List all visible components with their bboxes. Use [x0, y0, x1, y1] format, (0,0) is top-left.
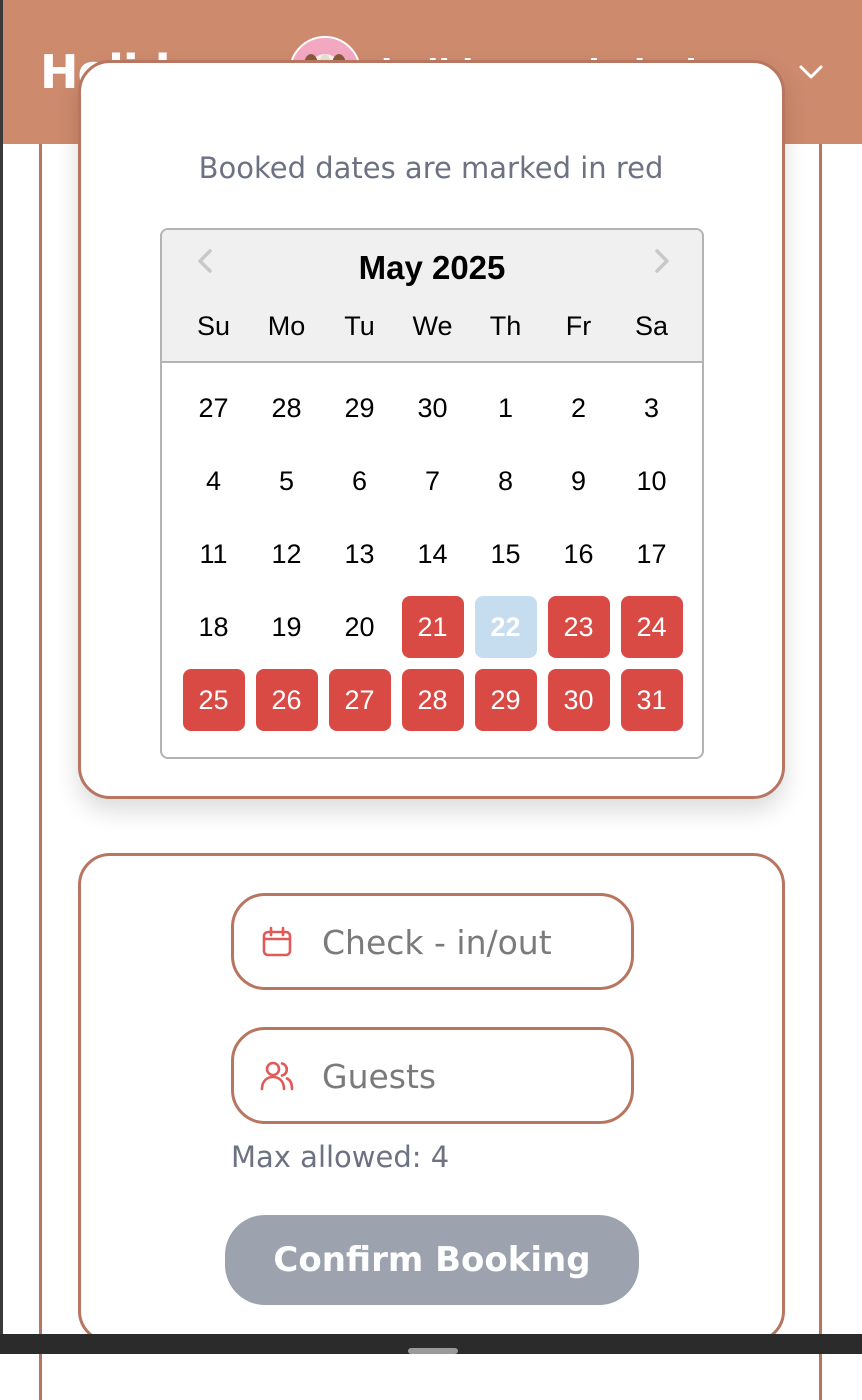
confirm-booking-button[interactable]: Confirm Booking — [225, 1215, 639, 1305]
calendar-day[interactable]: 4 — [183, 450, 245, 512]
next-month-button[interactable] — [647, 246, 677, 276]
calendar-day[interactable]: 28 — [256, 377, 318, 439]
calendar-day[interactable]: 16 — [548, 523, 610, 585]
calendar-day[interactable]: 2 — [548, 377, 610, 439]
guests-input[interactable] — [322, 1050, 612, 1102]
calendar-day[interactable]: 10 — [621, 450, 683, 512]
checkin-checkout-input[interactable] — [322, 916, 612, 968]
calendar-day-booked[interactable]: 21 — [401, 596, 464, 658]
calendar-week-row: 11 12 13 14 15 16 17 — [177, 523, 689, 596]
weekday-label: Sa — [634, 311, 669, 341]
window-edge — [0, 0, 3, 1354]
weekday-label: Th — [489, 311, 522, 341]
calendar-day[interactable]: 11 — [183, 523, 245, 585]
calendar-day-booked[interactable]: 27 — [328, 669, 391, 731]
calendar-day[interactable]: 3 — [621, 377, 683, 439]
calendar-day-booked[interactable]: 29 — [474, 669, 537, 731]
weekday-label: Fr — [565, 311, 592, 341]
calendar-day[interactable]: 17 — [621, 523, 683, 585]
calendar-day-grid: 27 28 29 30 1 2 3 4 5 6 7 8 9 10 11 12 13 14 15 16 17 18 19 20 2… — [177, 377, 689, 742]
calendar-day[interactable]: 5 — [256, 450, 318, 512]
calendar-day[interactable]: 14 — [402, 523, 464, 585]
weekday-label: We — [412, 311, 453, 341]
calendar-day-booked[interactable]: 23 — [547, 596, 610, 658]
weekday-label: Tu — [344, 311, 375, 341]
availability-calendar: May 2025 Su Mo Tu We Th Fr Sa 27 28 29 30 1 2… — [160, 228, 704, 759]
calendar-day[interactable]: 20 — [329, 596, 391, 658]
calendar-day[interactable]: 18 — [183, 596, 245, 658]
calendar-day-booked[interactable]: 31 — [620, 669, 683, 731]
calendar-day[interactable]: 9 — [548, 450, 610, 512]
calendar-day-booked[interactable]: 28 — [401, 669, 464, 731]
calendar-day-booked[interactable]: 30 — [547, 669, 610, 731]
calendar-day-today[interactable]: 22 — [474, 596, 537, 658]
calendar-day[interactable]: 7 — [402, 450, 464, 512]
calendar-day-booked[interactable]: 25 — [182, 669, 245, 731]
users-icon — [260, 1061, 294, 1091]
user-menu-toggle[interactable] — [795, 58, 827, 86]
calendar-month-title: May 2025 — [358, 249, 506, 286]
max-guests-note: Max allowed: 4 — [231, 1140, 450, 1174]
calendar-week-row: 18 19 20 21 22 23 24 — [177, 596, 689, 669]
calendar-day[interactable]: 13 — [329, 523, 391, 585]
calendar-day[interactable]: 6 — [329, 450, 391, 512]
guests-field[interactable] — [231, 1027, 634, 1124]
calendar-day[interactable]: 27 — [183, 377, 245, 439]
calendar-week-row: 27 28 29 30 1 2 3 — [177, 377, 689, 450]
calendar-day[interactable]: 8 — [475, 450, 537, 512]
calendar-day[interactable]: 30 — [402, 377, 464, 439]
checkin-checkout-field[interactable] — [231, 893, 634, 990]
weekday-header-row: Su Mo Tu We Th Fr Sa — [177, 306, 689, 346]
calendar-day[interactable]: 15 — [475, 523, 537, 585]
booked-dates-hint: Booked dates are marked in red — [198, 151, 664, 185]
calendar-day[interactable]: 29 — [329, 377, 391, 439]
calendar-icon — [262, 926, 292, 957]
calendar-week-row: 4 5 6 7 8 9 10 — [177, 450, 689, 523]
calendar-day-booked[interactable]: 26 — [255, 669, 318, 731]
weekday-label: Mo — [267, 311, 306, 341]
calendar-header: May 2025 Su Mo Tu We Th Fr Sa — [162, 230, 702, 363]
home-indicator — [408, 1348, 458, 1354]
calendar-day-booked[interactable]: 24 — [620, 596, 683, 658]
chevron-down-icon — [799, 65, 823, 79]
calendar-day[interactable]: 1 — [475, 377, 537, 439]
calendar-week-row: 25 26 27 28 29 30 31 — [177, 669, 689, 742]
calendar-day[interactable]: 12 — [256, 523, 318, 585]
calendar-day[interactable]: 19 — [256, 596, 318, 658]
weekday-label: Su — [196, 311, 231, 341]
chevron-right-icon — [655, 249, 669, 273]
